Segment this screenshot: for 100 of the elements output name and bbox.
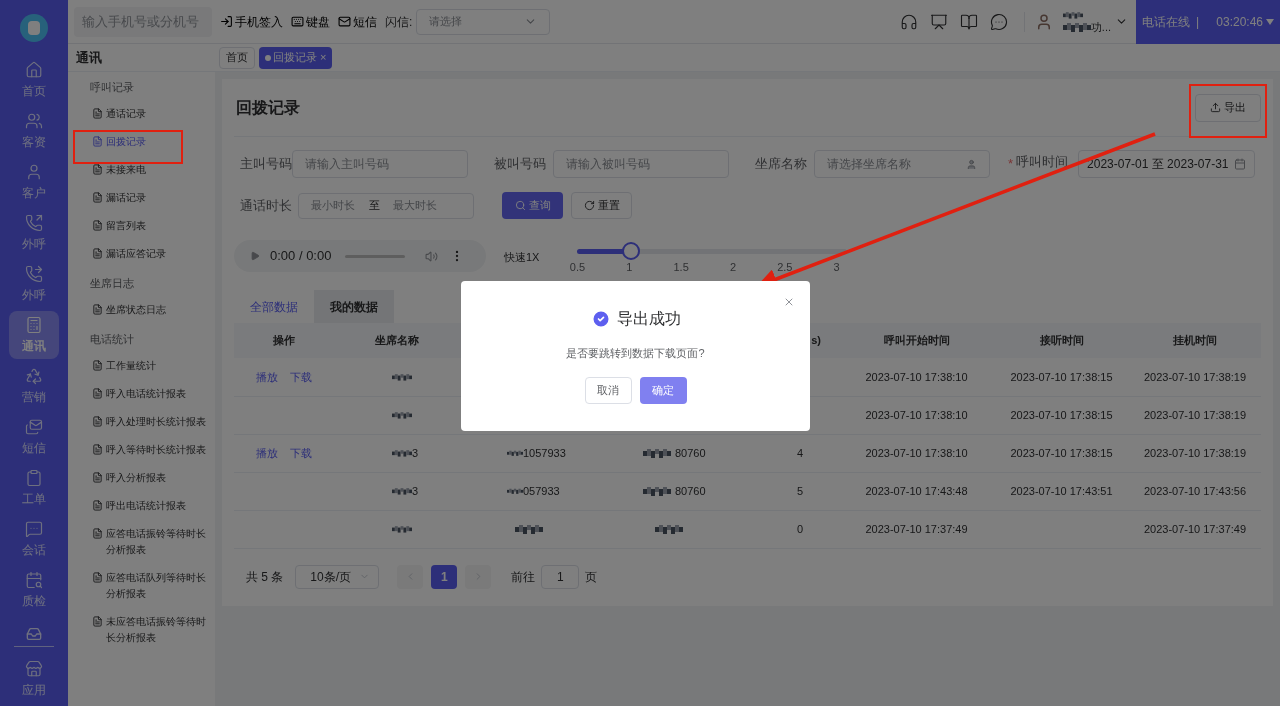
page-number[interactable]: 1	[431, 564, 458, 589]
nav-item[interactable]: 客资	[9, 107, 59, 155]
chat-icon[interactable]	[989, 12, 1008, 31]
submenu-item[interactable]: 回拨记录	[68, 128, 215, 156]
goto-field[interactable]: 1	[541, 564, 580, 589]
reset-button[interactable]: 重置	[571, 192, 632, 219]
row-link[interactable]: 下载	[290, 446, 312, 459]
document-icon	[92, 108, 103, 119]
submenu-item[interactable]: 留言列表	[68, 212, 215, 240]
submenu-item[interactable]: 应答电话队列等待时长分析报表	[68, 564, 215, 608]
submenu-item[interactable]: 漏话记录	[68, 184, 215, 212]
table-cell-text: 80760	[675, 483, 706, 499]
menu-group-title: 呼叫记录	[89, 80, 135, 95]
search-icon	[514, 200, 526, 211]
pixelated-text-drawing	[1062, 9, 1083, 20]
table-cell: 2023-07-10 17:38:15	[1010, 446, 1113, 459]
volume-icon[interactable]	[425, 249, 439, 263]
playback-time: 0:00 / 0:00	[270, 247, 332, 266]
required-mark: *	[1008, 155, 1014, 174]
submenu-item[interactable]: 呼入处理时长统计报表	[68, 408, 215, 436]
menu-group-title: 电话统计	[89, 332, 135, 347]
table-cell: 2023-07-10 17:38:10	[865, 408, 968, 421]
field-label: 通话时长	[239, 196, 293, 215]
page-tab[interactable]: 回拨记录 ×	[259, 46, 333, 69]
goto-label: 前往	[511, 568, 536, 586]
table-cell: 2023-07-10 17:37:49	[1143, 522, 1247, 535]
data-tab[interactable]: 我的数据	[314, 290, 394, 323]
query-button[interactable]: 查询	[502, 192, 563, 219]
submenu-item[interactable]: 呼入电话统计报表	[68, 380, 215, 408]
submenu-item[interactable]: 工作量统计	[68, 352, 215, 380]
export-button[interactable]: 导出	[1195, 93, 1261, 122]
total-count: 共 5 条	[246, 568, 284, 586]
row-link[interactable]: 播放	[256, 446, 278, 459]
phone-icon	[25, 264, 43, 283]
nav-item[interactable]: 应用	[9, 655, 59, 703]
pixelated-text-drawing	[392, 524, 412, 534]
play-icon[interactable]	[250, 251, 260, 261]
submenu-item[interactable]: 通话记录	[68, 100, 215, 128]
phone-icon	[25, 213, 43, 232]
sign-in-icon	[220, 15, 233, 28]
table-cell: 2023-07-10 17:37:49	[865, 522, 968, 535]
slider-tick-label: 1.5	[673, 260, 689, 275]
row-link[interactable]: 下载	[290, 370, 312, 383]
mail-icon	[338, 15, 351, 28]
dialog-message: 是否要跳转到数据下载页面?	[566, 346, 705, 361]
table-cell: 0	[797, 522, 804, 535]
clipboard-icon	[25, 468, 43, 487]
book-icon[interactable]	[959, 12, 978, 31]
document-icon	[92, 164, 103, 175]
toolbar-action[interactable]: 手机签入	[220, 12, 283, 31]
submenu-item[interactable]: 呼入分析报表	[68, 464, 215, 492]
submenu-title: 通讯	[76, 48, 102, 67]
submenu-item[interactable]: 漏话应答记录	[68, 240, 215, 268]
store-icon	[25, 659, 43, 678]
submenu-item[interactable]: 呼入等待时长统计报表	[68, 436, 215, 464]
cancel-button[interactable]: 取消	[584, 376, 632, 404]
document-icon	[92, 388, 103, 399]
field-label: 坐席名称	[754, 155, 808, 174]
document-icon	[92, 528, 103, 539]
confirm-button[interactable]: 确定	[639, 376, 687, 404]
submenu-item[interactable]: 应答电话振铃等待时长分析报表	[68, 520, 215, 564]
refresh-icon	[583, 200, 595, 211]
headset-icon[interactable]	[899, 12, 918, 31]
table-cell-text: 3	[412, 483, 419, 499]
recycle-icon	[25, 366, 43, 385]
close-tab-icon[interactable]: ×	[320, 49, 327, 66]
pixelated-text-drawing	[507, 448, 523, 458]
table-cell-text: 3	[412, 445, 419, 461]
users-icon	[25, 111, 43, 130]
submenu-item[interactable]: 呼出电话统计报表	[68, 492, 215, 520]
slider-handle[interactable]	[622, 242, 641, 260]
toolbar-action[interactable]: 键盘	[291, 12, 330, 31]
column-header: s)	[811, 334, 821, 347]
close-icon[interactable]	[783, 296, 795, 308]
column-header: 挂机时间	[1173, 334, 1217, 347]
submenu-item[interactable]: 坐席状态日志	[68, 296, 215, 324]
document-icon	[92, 472, 103, 483]
home-icon	[25, 60, 43, 79]
row-link[interactable]: 播放	[256, 370, 278, 383]
menu-group-title: 坐席日志	[89, 276, 135, 291]
nav-item[interactable]: 首页	[9, 56, 59, 104]
column-header: 操作	[273, 334, 295, 347]
slider-tick-label: 0.5	[569, 260, 586, 275]
data-tab[interactable]: 全部数据	[234, 290, 314, 323]
table-cell: 2023-07-10 17:43:51	[1010, 484, 1113, 497]
caret-down-icon[interactable]	[1266, 18, 1274, 25]
column-header: 接听时间	[1039, 334, 1084, 347]
tray-icon[interactable]	[26, 625, 42, 642]
table-cell: 2023-07-10 17:38:19	[1143, 370, 1247, 383]
submenu-item[interactable]: 未应答电话振铃等待时长分析报表	[68, 608, 215, 652]
calendar-icon	[1234, 158, 1247, 170]
toolbar-action[interactable]: 短信	[338, 12, 377, 31]
pixelated-text-drawing	[392, 448, 412, 458]
page-size-select[interactable]: 10条/页	[295, 564, 380, 589]
date-range-field[interactable]: 2023-07-01 至 2023-07-31	[1078, 150, 1256, 178]
call-timer: 03:20:46	[1216, 13, 1263, 31]
submenu-item[interactable]: 未接来电	[68, 156, 215, 184]
page-tab[interactable]: 首页	[219, 46, 255, 69]
table-cell: 2023-07-10 17:43:48	[865, 484, 968, 497]
document-icon	[92, 500, 103, 511]
